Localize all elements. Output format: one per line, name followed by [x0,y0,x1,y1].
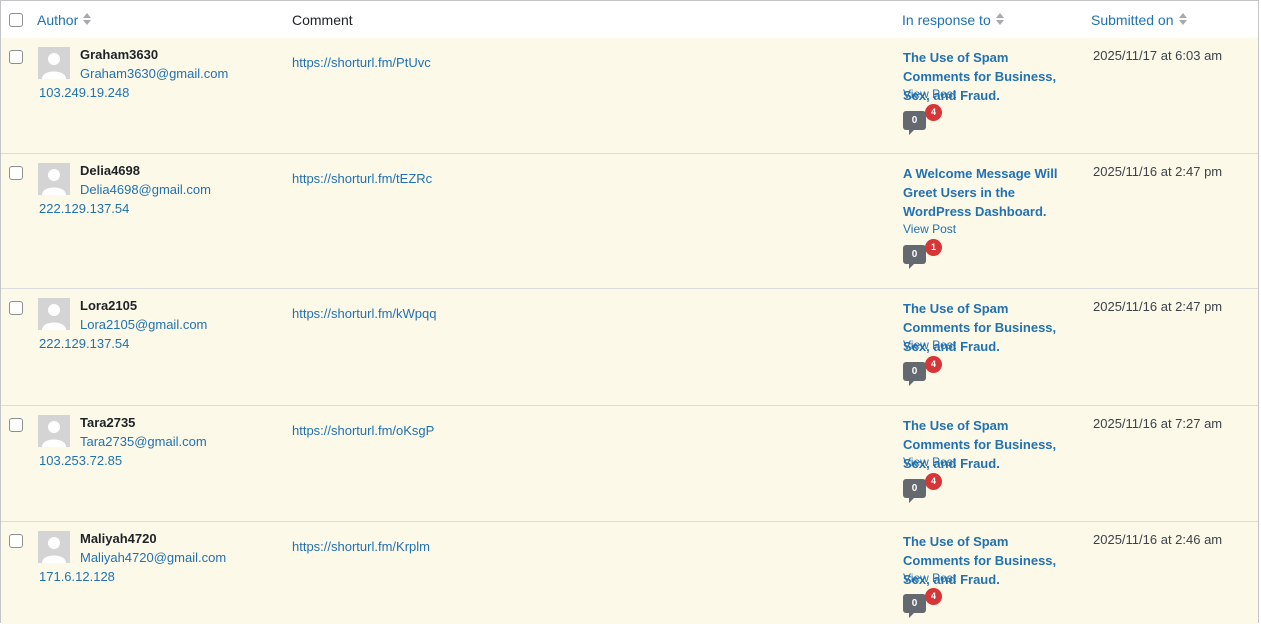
author-name: Delia4698 [80,163,140,178]
sort-icon [83,12,92,26]
column-header-in-response-to[interactable]: In response to [902,12,1004,28]
avatar [38,298,70,330]
approved-comments-count[interactable]: 0 [903,111,926,135]
author-ip-link[interactable]: 103.249.19.248 [39,85,129,101]
pending-comments-badge[interactable]: 4 [925,473,942,490]
column-header-submitted-on-label: Submitted on [1091,12,1174,28]
avatar [38,163,70,195]
avatar-placeholder-icon [38,298,70,330]
avatar [38,415,70,447]
avatar [38,47,70,79]
author-email-link[interactable]: Graham3630@gmail.com [80,66,228,82]
submitted-date: 2025/11/16 at 7:27 am [1093,416,1223,431]
comment-text[interactable]: https://shorturl.fm/PtUvc [292,55,431,71]
table-row: Lora2105 Lora2105@gmail.com 222.129.137.… [1,289,1258,406]
view-post-link[interactable]: View Post [903,87,956,101]
avatar-placeholder-icon [38,47,70,79]
author-name: Graham3630 [80,47,159,62]
row-checkbox[interactable] [9,418,23,432]
pending-comments-badge[interactable]: 4 [925,356,942,373]
submitted-date: 2025/11/16 at 2:47 pm [1093,164,1223,179]
author-email-link[interactable]: Maliyah4720@gmail.com [80,550,226,566]
approved-comments-count[interactable]: 0 [903,245,926,269]
avatar-placeholder-icon [38,415,70,447]
author-email-link[interactable]: Delia4698@gmail.com [80,182,211,198]
table-row: Delia4698 Delia4698@gmail.com 222.129.13… [1,154,1258,289]
avatar [38,531,70,563]
table-row: Maliyah4720 Maliyah4720@gmail.com 171.6.… [1,522,1258,624]
post-title-link[interactable]: A Welcome Message Will Greet Users in th… [903,164,1075,221]
comment-text[interactable]: https://shorturl.fm/kWpqq [292,306,437,322]
row-checkbox[interactable] [9,301,23,315]
avatar-placeholder-icon [38,531,70,563]
approved-comments-count[interactable]: 0 [903,594,926,618]
author-name: Lora2105 [80,298,138,313]
column-header-submitted-on[interactable]: Submitted on [1091,12,1187,28]
author-ip-link[interactable]: 171.6.12.128 [39,569,115,585]
pending-comments-badge[interactable]: 4 [925,588,942,605]
submitted-date: 2025/11/16 at 2:46 am [1093,532,1223,547]
comment-text[interactable]: https://shorturl.fm/oKsgP [292,423,434,439]
comment-text[interactable]: https://shorturl.fm/tEZRc [292,171,432,187]
author-ip-link[interactable]: 222.129.137.54 [39,201,129,217]
pending-comments-badge[interactable]: 1 [925,239,942,256]
sort-icon [1178,12,1187,26]
row-checkbox[interactable] [9,50,23,64]
comment-text[interactable]: https://shorturl.fm/Krplm [292,539,430,555]
column-header-author-label: Author [37,12,79,28]
approved-comments-count[interactable]: 0 [903,479,926,503]
avatar-placeholder-icon [38,163,70,195]
table-row: Tara2735 Tara2735@gmail.com 103.253.72.8… [1,406,1258,522]
author-email-link[interactable]: Lora2105@gmail.com [80,317,207,333]
view-post-link[interactable]: View Post [903,571,956,585]
table-header: Author Comment In response to Submitted … [1,1,1258,39]
submitted-date: 2025/11/16 at 2:47 pm [1093,299,1223,314]
pending-comments-badge[interactable]: 4 [925,104,942,121]
approved-comments-count[interactable]: 0 [903,362,926,386]
sort-icon [995,12,1004,26]
author-ip-link[interactable]: 103.253.72.85 [39,453,122,469]
row-checkbox[interactable] [9,534,23,548]
column-header-author[interactable]: Author [37,12,92,28]
table-row: Graham3630 Graham3630@gmail.com 103.249.… [1,38,1258,154]
column-header-in-response-to-label: In response to [902,12,991,28]
author-name: Tara2735 [80,415,136,430]
author-name: Maliyah4720 [80,531,157,546]
comments-table: Author Comment In response to Submitted … [0,0,1259,624]
view-post-link[interactable]: View Post [903,222,956,236]
column-header-comment: Comment [292,12,353,28]
select-all-checkbox[interactable] [9,13,23,27]
row-checkbox[interactable] [9,166,23,180]
author-email-link[interactable]: Tara2735@gmail.com [80,434,207,450]
view-post-link[interactable]: View Post [903,455,956,469]
submitted-date: 2025/11/17 at 6:03 am [1093,48,1223,63]
view-post-link[interactable]: View Post [903,338,956,352]
author-ip-link[interactable]: 222.129.137.54 [39,336,129,352]
